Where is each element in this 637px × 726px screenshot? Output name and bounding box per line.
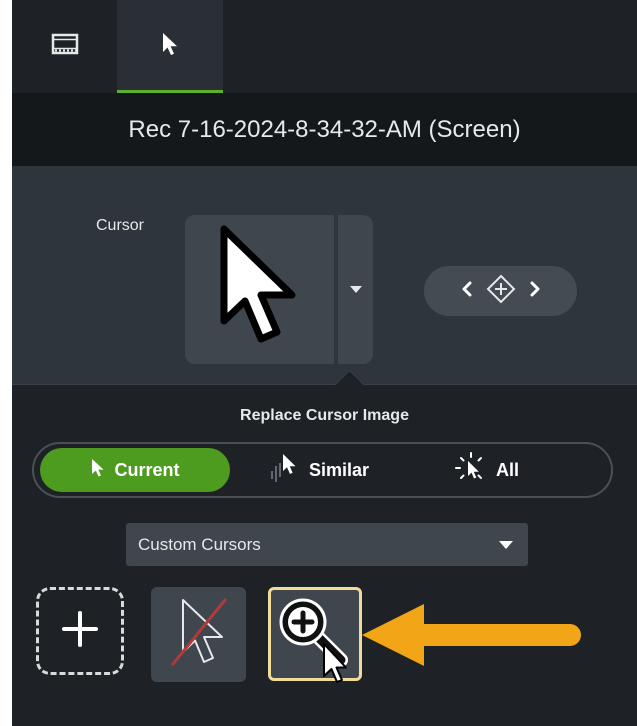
- cursor-properties-panel: Cursor: [12, 166, 637, 384]
- replace-cursor-panel: Replace Cursor Image Current Similar All…: [12, 369, 637, 726]
- no-cursor-option[interactable]: [151, 587, 246, 682]
- mouse-pointer-icon: [321, 642, 351, 691]
- similar-cursor-icon: [269, 451, 301, 490]
- previous-keyframe-button[interactable]: [460, 280, 474, 303]
- scope-similar-button[interactable]: Similar: [269, 448, 409, 492]
- tab-bar: [12, 0, 637, 93]
- replace-cursor-heading: Replace Cursor Image: [240, 407, 409, 424]
- add-keyframe-button[interactable]: [486, 274, 516, 309]
- cursor-set-value: Custom Cursors: [138, 534, 261, 554]
- scope-similar-label: Similar: [309, 459, 370, 480]
- scope-current-button[interactable]: Current: [40, 448, 230, 492]
- scope-all-label: All: [496, 459, 520, 480]
- large-cursor-arrow-icon: [218, 225, 302, 355]
- scope-all-button[interactable]: All: [454, 448, 574, 492]
- hidden-cursor-icon: [169, 594, 229, 675]
- cursor-set-dropdown[interactable]: Custom Cursors: [126, 523, 528, 566]
- tab-cursor-properties[interactable]: [117, 0, 223, 93]
- caret-down-icon: [498, 535, 514, 555]
- callout-arrow-icon: [352, 600, 582, 675]
- cursor-dropdown-toggle[interactable]: [338, 215, 373, 364]
- cursor-preview-tile[interactable]: [185, 215, 334, 364]
- plus-icon: [60, 609, 100, 654]
- scope-current-label: Current: [114, 459, 180, 480]
- cursor-arrow-icon: [159, 31, 181, 62]
- clip-title-bar: Rec 7-16-2024-8-34-32-AM (Screen): [12, 93, 637, 166]
- caret-down-icon: [349, 281, 363, 299]
- tab-visual-properties[interactable]: [12, 0, 117, 93]
- zoom-in-cursor-option[interactable]: [268, 587, 362, 683]
- cursor-label: Cursor: [96, 217, 145, 234]
- film-icon: [51, 32, 79, 61]
- replace-scope-segmented-control: Current Similar All: [32, 442, 613, 498]
- next-keyframe-button[interactable]: [528, 280, 542, 303]
- cursor-properties-app: Rec 7-16-2024-8-34-32-AM (Screen) Cursor: [12, 0, 637, 726]
- clip-title: Rec 7-16-2024-8-34-32-AM (Screen): [128, 115, 521, 143]
- add-custom-cursor-button[interactable]: [36, 587, 124, 675]
- cursor-arrow-icon: [90, 458, 106, 483]
- cursor-image-selector[interactable]: [185, 215, 373, 364]
- all-cursors-icon: [454, 451, 488, 490]
- keyframe-navigator: [424, 266, 577, 316]
